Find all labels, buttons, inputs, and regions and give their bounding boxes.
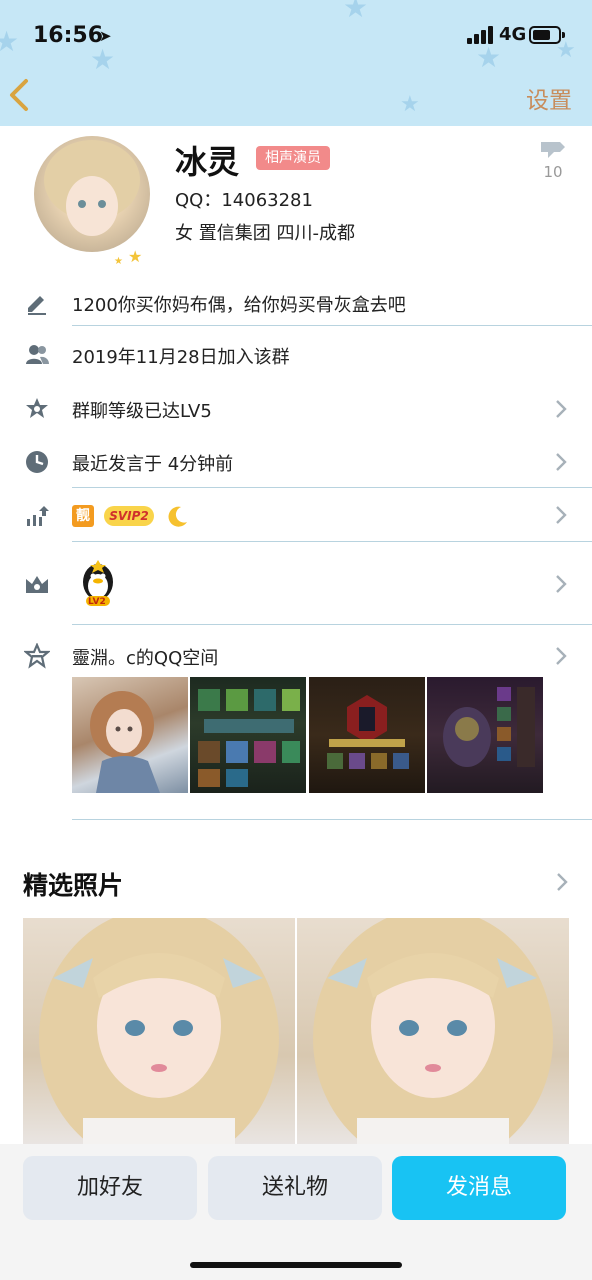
- group-level-row[interactable]: 群聊等级已达LV5: [0, 388, 592, 432]
- qzone-star-icon: [24, 643, 50, 669]
- network-type: 4G: [499, 24, 527, 45]
- pencil-icon: [28, 296, 46, 315]
- featured-photo[interactable]: [23, 918, 295, 1148]
- battery-icon: [529, 26, 565, 44]
- star-decoration-icon: ★: [400, 92, 420, 117]
- liang-badge: 靓: [72, 505, 94, 527]
- joined-text: 2019年11月28日加入该群: [72, 347, 290, 368]
- members-icon: [26, 345, 49, 364]
- profile-info: 女 置信集团 四川-成都: [175, 223, 355, 244]
- chevron-left-icon: [10, 79, 28, 111]
- home-indicator[interactable]: [190, 1262, 402, 1268]
- group-level-text: 群聊等级已达LV5: [72, 401, 212, 422]
- svg-text:★: ★: [128, 247, 142, 266]
- chevron-right-icon[interactable]: [555, 872, 569, 892]
- chevron-right-icon: [556, 400, 567, 418]
- penguin-level-row[interactable]: LV2: [0, 552, 592, 616]
- status-time: 16:56: [33, 23, 104, 48]
- signature-text: 1200你买你妈布偶，给你妈买骨灰盒去吧: [72, 295, 406, 316]
- chevron-right-icon: [556, 453, 567, 471]
- qzone-photo[interactable]: [72, 677, 188, 793]
- star-badge-icon: [26, 398, 48, 418]
- penguin-level-label: LV2: [88, 597, 106, 607]
- qzone-text: 靈淵。c的QQ空间: [72, 648, 219, 669]
- qzone-photo[interactable]: [190, 677, 306, 793]
- qq-number: QQ：14063281: [175, 190, 313, 211]
- signal-icon: [467, 26, 495, 44]
- chevron-right-icon: [556, 506, 567, 524]
- qzone-photo[interactable]: [427, 677, 543, 793]
- divider: [72, 819, 592, 820]
- crown-icon: [26, 576, 48, 593]
- level-up-icon: [27, 506, 49, 526]
- divider: [72, 624, 592, 625]
- profile-name: 冰灵: [175, 143, 240, 181]
- clock-icon: [26, 451, 48, 473]
- qzone-row[interactable]: 靈淵。c的QQ空间: [0, 635, 592, 677]
- last-speak-text: 最近发言于 4分钟前: [72, 454, 234, 475]
- moon-icon: [168, 506, 187, 527]
- joined-row: 2019年11月28日加入该群: [0, 334, 592, 378]
- chevron-right-icon: [556, 647, 567, 665]
- chevron-right-icon: [556, 575, 567, 593]
- settings-button[interactable]: 设置: [526, 81, 572, 115]
- qzone-photo[interactable]: [309, 677, 425, 793]
- featured-photos-title: 精选照片: [23, 871, 124, 900]
- status-bar: 16:56 ➤ 4G: [0, 18, 592, 54]
- svg-text:★: ★: [114, 256, 123, 267]
- back-button[interactable]: [6, 78, 34, 112]
- divider: [72, 541, 592, 542]
- featured-photo[interactable]: [297, 918, 569, 1148]
- signature-row[interactable]: 1200你买你妈布偶，给你妈买骨灰盒去吧: [0, 282, 592, 326]
- avatar[interactable]: ★ ★: [10, 124, 160, 274]
- divider: [72, 487, 592, 488]
- thumb-like-icon: [541, 142, 565, 158]
- last-speak-row[interactable]: 最近发言于 4分钟前: [0, 441, 592, 485]
- add-friend-button[interactable]: 加好友: [23, 1156, 197, 1220]
- title-tag: 相声演员: [256, 146, 330, 170]
- header: ★ ★ ★ ★ ★ ★ 16:56 ➤ 4G 设置: [0, 0, 592, 126]
- location-arrow-icon: ➤: [99, 27, 112, 45]
- svip-badge: SVIP2: [104, 506, 154, 526]
- send-gift-button[interactable]: 送礼物: [208, 1156, 382, 1220]
- divider: [72, 325, 592, 326]
- like-count: 10: [543, 163, 563, 181]
- send-message-button[interactable]: 发消息: [392, 1156, 566, 1220]
